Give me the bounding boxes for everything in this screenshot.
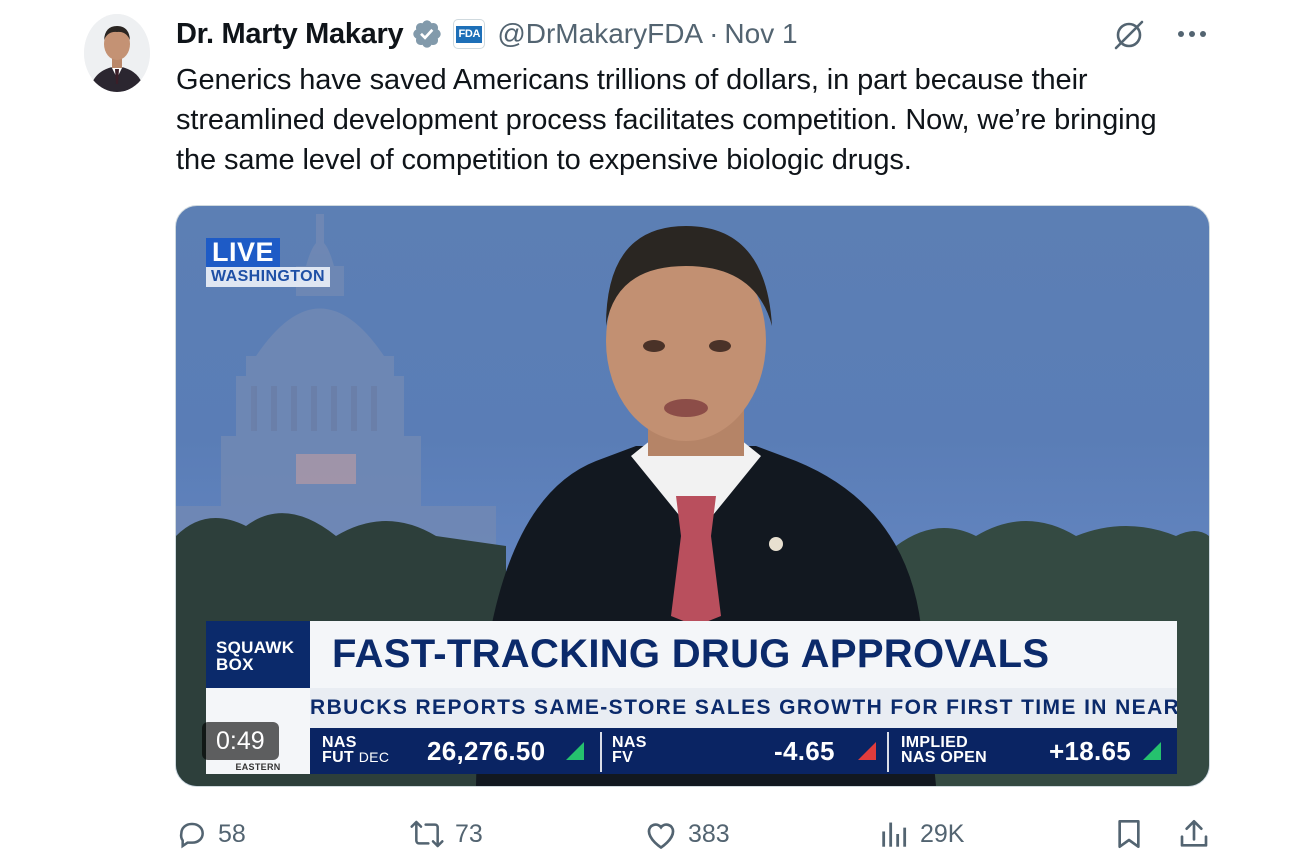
live-label: LIVE — [206, 238, 281, 267]
share-icon — [1180, 820, 1208, 847]
live-location: WASHINGTON — [206, 267, 330, 287]
market-label-small: DEC — [358, 749, 390, 765]
views-count: 29K — [920, 819, 965, 848]
share-button[interactable] — [1179, 812, 1209, 856]
market-label-line1: NAS — [612, 734, 647, 751]
market-value: +18.65 — [1049, 736, 1132, 766]
reply-icon — [179, 822, 204, 849]
market-cell: IMPLIED NAS OPEN +18.65 — [889, 728, 1177, 774]
market-label: NAS FV — [612, 734, 647, 766]
up-arrow-icon — [1143, 742, 1161, 760]
network-timezone: EASTERN — [235, 762, 281, 772]
market-label-main: FUT — [322, 749, 355, 766]
market-cell: NAS FUT DEC 26,276.50 — [310, 728, 600, 774]
tweet-text: Generics have saved Americans trillions … — [176, 64, 1157, 176]
market-value: 26,276.50 — [427, 736, 546, 766]
up-arrow-icon — [566, 742, 584, 760]
tweet-top-actions — [1112, 14, 1208, 54]
repost-icon — [410, 820, 444, 848]
grok-icon[interactable] — [1112, 17, 1146, 51]
market-value: -4.65 — [774, 736, 835, 766]
market-label-line2: FV — [612, 749, 634, 766]
tweet-date[interactable]: Nov 1 — [724, 18, 797, 50]
live-tag: LIVE WASHINGTON — [206, 238, 330, 287]
show-name-box: SQUAWK BOX — [206, 621, 310, 688]
show-name-line2: BOX — [216, 655, 254, 674]
views-button[interactable]: 29K — [880, 812, 964, 856]
like-count: 383 — [688, 819, 730, 848]
market-label-line2: FUT DEC — [322, 749, 390, 766]
down-arrow-icon — [858, 742, 876, 760]
author-name[interactable]: Dr. Marty Makary — [176, 18, 404, 51]
author-handle[interactable]: @DrMakaryFDA — [497, 18, 703, 50]
verified-check-icon[interactable] — [411, 18, 443, 50]
more-icon[interactable] — [1176, 29, 1208, 39]
org-badge-label: FDA — [456, 25, 483, 43]
avatar[interactable] — [84, 14, 150, 92]
market-label: NAS FUT DEC — [322, 734, 390, 766]
market-bar: NAS FUT DEC 26,276.50 NAS FV -4.65 IMPLI… — [310, 728, 1177, 774]
like-icon — [647, 823, 675, 850]
bookmark-icon — [1118, 820, 1140, 848]
reply-count: 58 — [218, 819, 246, 848]
chyron-headline: FAST-TRACKING DRUG APPROVALS — [310, 621, 1177, 688]
tweet-header: Dr. Marty Makary FDA @DrMakaryFDA · Nov … — [176, 14, 1214, 54]
views-icon — [882, 822, 907, 847]
separator-dot: · — [709, 18, 719, 49]
repost-button[interactable]: 73 — [409, 812, 483, 856]
show-name-line1: SQUAWK — [216, 638, 295, 657]
tweet-actions: 58 73 383 29K — [176, 812, 1216, 856]
video-duration: 0:49 — [202, 722, 279, 760]
reply-button[interactable]: 58 — [176, 812, 246, 856]
market-label-line2: NAS OPEN — [901, 749, 987, 766]
ticker-text: RBUCKS REPORTS SAME-STORE SALES GROWTH F… — [310, 696, 1177, 719]
like-button[interactable]: 383 — [644, 812, 730, 856]
market-cell: NAS FV -4.65 — [602, 728, 887, 774]
market-label-line1: IMPLIED — [901, 734, 968, 751]
market-label: IMPLIED NAS OPEN — [901, 734, 987, 766]
video-player[interactable]: LIVE WASHINGTON SQUAWK BOX FAST-TRACKING… — [175, 205, 1210, 787]
news-ticker: RBUCKS REPORTS SAME-STORE SALES GROWTH F… — [310, 688, 1177, 728]
org-badge-icon[interactable]: FDA — [453, 19, 486, 49]
repost-count: 73 — [455, 819, 483, 848]
bookmark-button[interactable] — [1115, 812, 1143, 856]
market-label-line1: NAS — [322, 734, 357, 751]
